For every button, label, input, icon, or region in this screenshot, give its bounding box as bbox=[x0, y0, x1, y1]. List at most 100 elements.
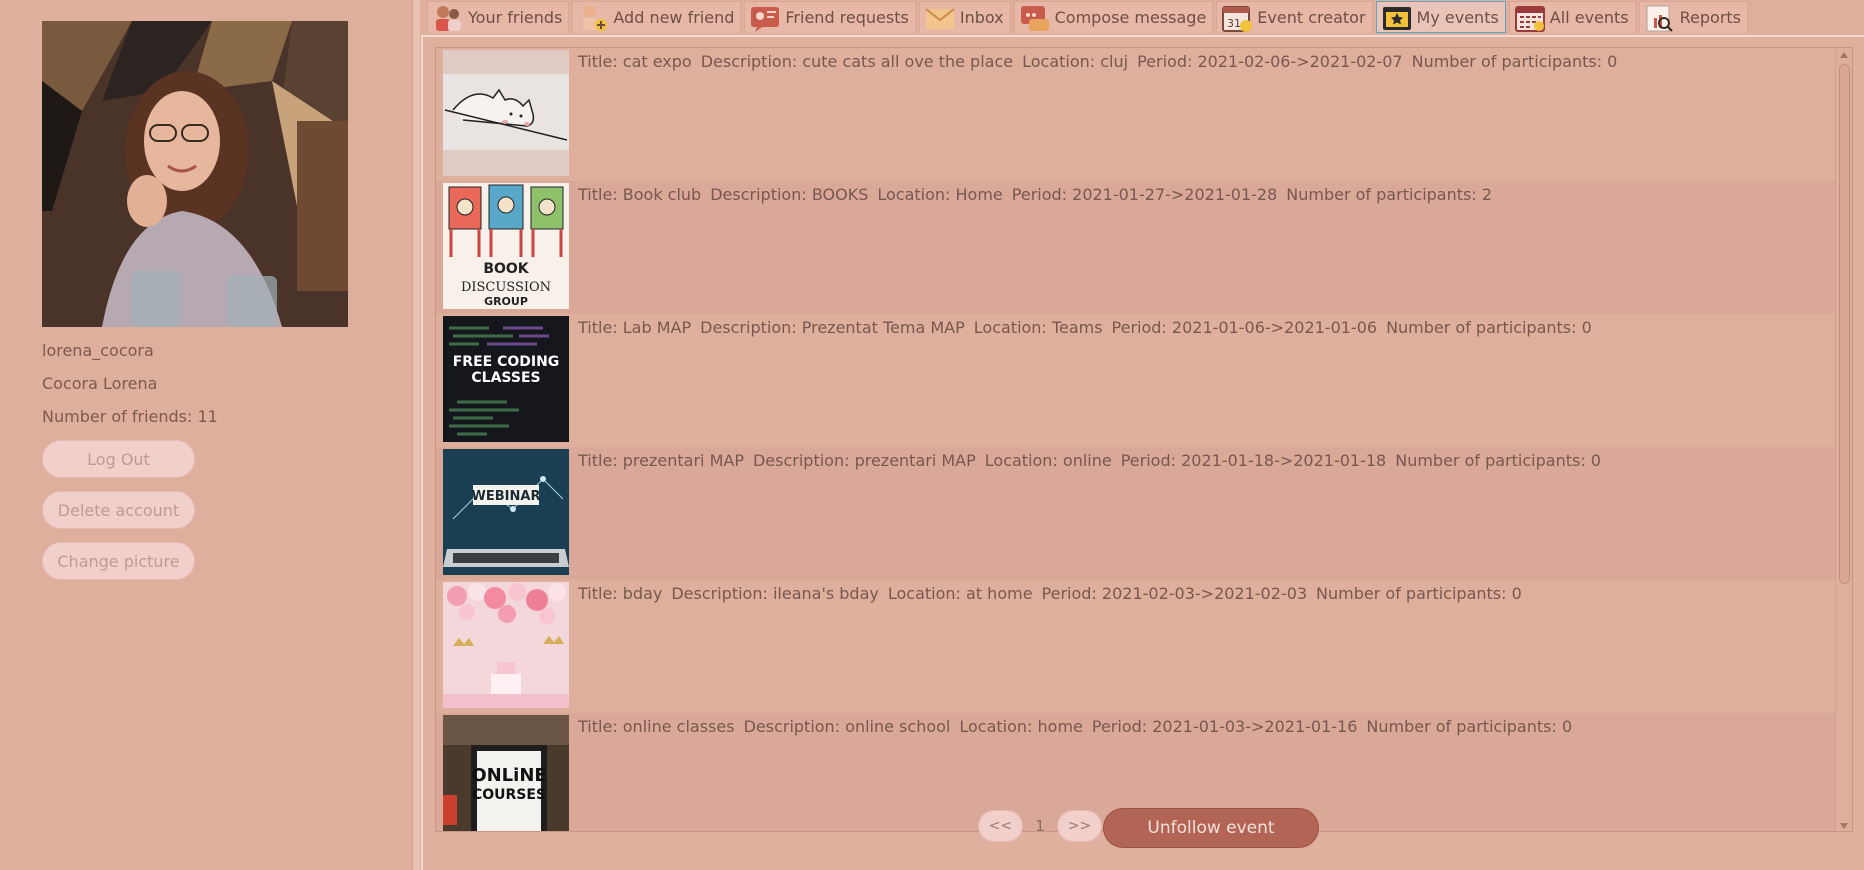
event-thumbnail: BOOK DISCUSSION GROUP bbox=[443, 183, 569, 309]
event-thumbnail bbox=[443, 582, 569, 708]
event-participants: Number of participants: 0 bbox=[1386, 318, 1592, 337]
tab-reports[interactable]: Reports bbox=[1638, 1, 1748, 33]
event-description: Description: cute cats all ove the place bbox=[700, 52, 1014, 71]
tab-label: Friend requests bbox=[785, 8, 909, 27]
list-item[interactable]: WEBINAR Title: prezentari MAP Description… bbox=[436, 447, 1852, 580]
friend-requests-icon bbox=[751, 6, 780, 32]
add-friend-icon bbox=[583, 4, 608, 31]
event-details: Title: Book club Description: BOOKS Locati… bbox=[578, 185, 1501, 204]
event-period: Period: 2021-02-03->2021-02-03 bbox=[1041, 584, 1308, 603]
vertical-scrollbar[interactable] bbox=[1835, 48, 1852, 831]
pagination: << 1 >> bbox=[978, 810, 1102, 842]
event-title: Title: online classes bbox=[578, 717, 735, 736]
event-participants: Number of participants: 0 bbox=[1366, 717, 1573, 736]
event-location: Location: home bbox=[959, 717, 1083, 736]
username: lorena_cocora bbox=[42, 341, 154, 360]
event-location: Location: online bbox=[984, 451, 1112, 470]
scroll-down-icon[interactable] bbox=[1840, 823, 1848, 829]
thumb-caption: COURSES bbox=[472, 787, 546, 803]
event-details: Title: prezentari MAP Description: prezen… bbox=[578, 451, 1610, 470]
online-courses-icon: ONLiNE COURSES bbox=[443, 715, 569, 831]
thumb-caption: CLASSES bbox=[471, 370, 540, 386]
birthday-balloons-icon bbox=[443, 582, 569, 708]
tab-label: Your friends bbox=[468, 8, 563, 27]
logout-button[interactable]: Log Out bbox=[42, 440, 195, 478]
event-title: Title: bday bbox=[578, 584, 663, 603]
event-period: Period: 2021-02-06->2021-02-07 bbox=[1137, 52, 1403, 71]
list-item[interactable]: Title: cat expo Description: cute cats al… bbox=[436, 48, 1852, 181]
event-details: Title: cat expo Description: cute cats al… bbox=[578, 52, 1626, 71]
friends-count: Number of friends: 11 bbox=[42, 407, 218, 426]
event-location: Location: cluj bbox=[1022, 52, 1129, 71]
tab-friend-requests[interactable]: Friend requests bbox=[744, 1, 916, 33]
events-panel: Title: cat expo Description: cute cats al… bbox=[421, 35, 1864, 870]
event-participants: Number of participants: 0 bbox=[1316, 584, 1522, 603]
sidebar: lorena_cocora Cocora Lorena Number of fr… bbox=[0, 0, 412, 870]
cat-drawing-icon bbox=[443, 50, 569, 176]
free-coding-icon: FREE CODING CLASSES bbox=[443, 316, 569, 442]
event-details: Title: Lab MAP Description: Prezentat Tem… bbox=[578, 318, 1601, 337]
event-participants: Number of participants: 0 bbox=[1411, 52, 1618, 71]
event-period: Period: 2021-01-18->2021-01-18 bbox=[1120, 451, 1387, 470]
delete-account-button[interactable]: Delete account bbox=[42, 491, 195, 529]
list-item[interactable]: Title: bday Description: ileana's bday Loc… bbox=[436, 580, 1852, 713]
tab-all-events[interactable]: All events bbox=[1508, 1, 1636, 33]
friends-icon bbox=[436, 5, 461, 31]
tab-inbox[interactable]: Inbox bbox=[918, 1, 1011, 33]
current-page-number: 1 bbox=[1035, 817, 1045, 835]
tab-label: Inbox bbox=[959, 8, 1004, 27]
list-item[interactable]: BOOK DISCUSSION GROUP Title: Book club De… bbox=[436, 181, 1852, 314]
event-thumbnail bbox=[443, 50, 569, 176]
event-thumbnail: ONLiNE COURSES bbox=[443, 715, 569, 831]
tab-compose-message[interactable]: Compose message bbox=[1013, 1, 1214, 33]
event-participants: Number of participants: 2 bbox=[1286, 185, 1493, 204]
scroll-thumb[interactable] bbox=[1839, 64, 1850, 584]
tab-label: Compose message bbox=[1054, 8, 1207, 27]
event-title: Title: cat expo bbox=[578, 52, 692, 71]
thumb-caption: DISCUSSION bbox=[461, 280, 551, 295]
event-title: Title: prezentari MAP bbox=[578, 451, 744, 470]
unfollow-event-button[interactable]: Unfollow event bbox=[1103, 808, 1319, 848]
event-thumbnail: FREE CODING CLASSES bbox=[443, 316, 569, 442]
scroll-up-icon[interactable] bbox=[1840, 52, 1848, 58]
thumb-caption: GROUP bbox=[484, 295, 528, 308]
event-participants: Number of participants: 0 bbox=[1395, 451, 1601, 470]
tab-label: My events bbox=[1416, 7, 1499, 27]
tab-my-events[interactable]: My events bbox=[1375, 1, 1506, 33]
event-creator-icon: 31 bbox=[1222, 5, 1253, 32]
events-list[interactable]: Title: cat expo Description: cute cats al… bbox=[435, 47, 1853, 832]
compose-icon bbox=[1020, 5, 1049, 31]
event-description: Description: online school bbox=[743, 717, 951, 736]
tab-your-friends[interactable]: Your friends bbox=[427, 1, 570, 33]
previous-page-button[interactable]: << bbox=[978, 810, 1023, 842]
webinar-laptop-icon: WEBINAR bbox=[443, 449, 569, 575]
event-title: Title: Lab MAP bbox=[578, 318, 692, 337]
my-events-icon bbox=[1382, 7, 1411, 30]
inbox-icon bbox=[925, 7, 955, 29]
tab-label: Add new friend bbox=[613, 8, 735, 27]
event-location: Location: Home bbox=[877, 185, 1003, 204]
reports-icon bbox=[1646, 5, 1673, 32]
profile-picture bbox=[42, 21, 348, 327]
next-page-button[interactable]: >> bbox=[1057, 810, 1102, 842]
thumb-caption: WEBINAR bbox=[472, 489, 541, 504]
tab-label: Event creator bbox=[1257, 8, 1366, 27]
tab-add-new-friend[interactable]: Add new friend bbox=[572, 1, 742, 33]
list-item[interactable]: FREE CODING CLASSES Title: Lab MAP Descri… bbox=[436, 314, 1852, 447]
event-description: Description: ileana's bday bbox=[671, 584, 879, 603]
event-period: Period: 2021-01-27->2021-01-28 bbox=[1011, 185, 1278, 204]
event-period: Period: 2021-01-06->2021-01-06 bbox=[1111, 318, 1378, 337]
tab-bar: Your friends Add new friend Friend reque… bbox=[427, 1, 1748, 35]
event-details: Title: bday Description: ileana's bday Loc… bbox=[578, 584, 1531, 603]
tab-label: Reports bbox=[1679, 8, 1741, 27]
event-description: Description: Prezentat Tema MAP bbox=[700, 318, 965, 337]
event-description: Description: BOOKS bbox=[710, 185, 869, 204]
thumb-caption: ONLiNE bbox=[471, 765, 546, 786]
book-discussion-icon: BOOK DISCUSSION GROUP bbox=[443, 183, 569, 309]
event-title: Title: Book club bbox=[578, 185, 702, 204]
event-description: Description: prezentari MAP bbox=[752, 451, 976, 470]
event-thumbnail: WEBINAR bbox=[443, 449, 569, 575]
tab-event-creator[interactable]: 31 Event creator bbox=[1216, 1, 1373, 33]
change-picture-button[interactable]: Change picture bbox=[42, 542, 195, 580]
thumb-caption: BOOK bbox=[483, 261, 529, 277]
